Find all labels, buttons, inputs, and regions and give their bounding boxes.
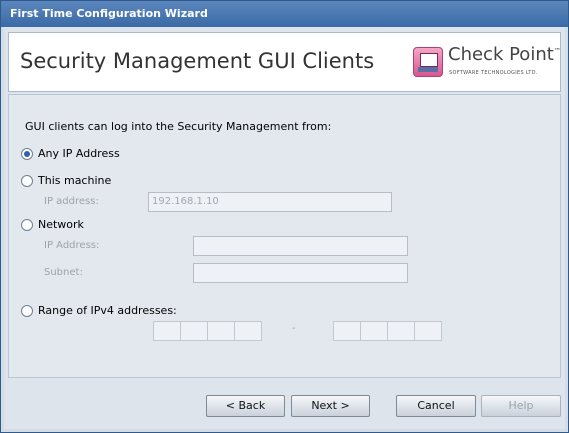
range-start-octet-3[interactable]: [207, 321, 235, 341]
range-end-octet-4[interactable]: [414, 321, 442, 341]
back-button[interactable]: < Back: [206, 395, 285, 417]
cancel-button[interactable]: Cancel: [396, 395, 476, 417]
this-machine-label[interactable]: This machine: [38, 174, 111, 187]
this-machine-ip-label: IP address:: [44, 196, 99, 207]
range-start-octet-2[interactable]: [180, 321, 208, 341]
logo-trademark: ™: [553, 47, 561, 55]
range-start-octet-1[interactable]: [153, 321, 181, 341]
this-machine-option[interactable]: This machine: [21, 174, 111, 187]
network-label[interactable]: Network: [38, 218, 84, 231]
range-start-octet-4[interactable]: [234, 321, 262, 341]
any-ip-option[interactable]: Any IP Address: [21, 147, 120, 160]
this-machine-radio[interactable]: [21, 174, 33, 187]
help-button[interactable]: Help: [481, 395, 561, 417]
logo-subtitle: SOFTWARE TECHNOLOGIES LTD.: [449, 70, 538, 76]
wizard-header: Security Management GUI Clients Check Po…: [8, 32, 561, 92]
range-end-octet-2[interactable]: [360, 321, 388, 341]
logo-name: Check Point: [448, 44, 554, 65]
wizard-client-area: Security Management GUI Clients Check Po…: [4, 27, 565, 429]
logo-text: Check Point™: [448, 44, 561, 65]
next-button[interactable]: Next >: [291, 395, 370, 417]
range-option[interactable]: Range of IPv4 addresses:: [21, 304, 177, 317]
options-panel: GUI clients can log into the Security Ma…: [8, 94, 561, 378]
network-ip-field[interactable]: [193, 236, 408, 256]
range-radio[interactable]: [21, 304, 33, 317]
any-ip-label[interactable]: Any IP Address: [38, 147, 120, 160]
check-point-logo-icon: [413, 47, 443, 77]
wizard-window: First Time Configuration Wizard Security…: [0, 0, 569, 433]
any-ip-radio[interactable]: [21, 147, 33, 160]
network-subnet-field[interactable]: [193, 263, 408, 283]
window-title: First Time Configuration Wizard: [1, 1, 568, 27]
page-title: Security Management GUI Clients: [20, 49, 375, 73]
this-machine-ip-field[interactable]: 192.168.1.10: [148, 192, 392, 212]
network-ip-label: IP Address:: [44, 240, 100, 251]
intro-text: GUI clients can log into the Security Ma…: [25, 120, 332, 133]
range-label[interactable]: Range of IPv4 addresses:: [38, 304, 177, 317]
network-option[interactable]: Network: [21, 218, 84, 231]
range-end-octet-3[interactable]: [387, 321, 415, 341]
range-separator: -: [292, 323, 296, 334]
range-end-octet-1[interactable]: [333, 321, 361, 341]
network-radio[interactable]: [21, 218, 33, 231]
network-subnet-label: Subnet:: [44, 267, 83, 278]
